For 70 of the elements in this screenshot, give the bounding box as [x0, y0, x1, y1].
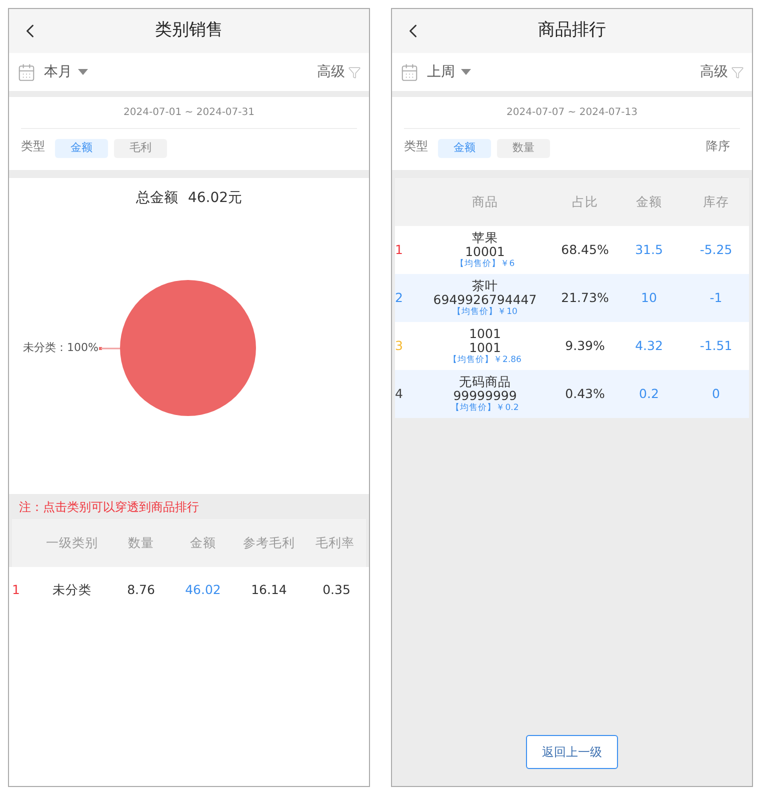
- advanced-filter-button[interactable]: 高级: [700, 62, 744, 82]
- caret-icon: [461, 69, 471, 75]
- rank-number: 4: [395, 384, 404, 403]
- table-cell[interactable]: 未分类: [34, 581, 110, 600]
- calendar-icon[interactable]: [17, 62, 36, 82]
- filter-icon: [731, 66, 744, 78]
- average-price: 【均售价】￥2.86: [448, 354, 522, 366]
- date-range: 2024-07-01 ~ 2024-07-31: [21, 97, 357, 129]
- column-header: 一级类别: [45, 534, 99, 552]
- table-cell-text: 4.32: [634, 336, 664, 355]
- table-cell-text: 16.14: [250, 581, 288, 600]
- type-chip[interactable]: 毛利: [114, 139, 167, 158]
- table-cell-text: 0: [711, 384, 721, 403]
- product-name: 苹果: [472, 230, 498, 244]
- type-chip[interactable]: 数量: [497, 139, 550, 158]
- column-header: 金额: [189, 534, 217, 552]
- page-title: 类别销售: [155, 19, 223, 42]
- table-cell-text: -1.51: [698, 336, 734, 355]
- table-cell-text: 8.76: [126, 581, 156, 600]
- table-cell-text: -5.25: [698, 240, 734, 259]
- pie-slice[interactable]: [120, 280, 256, 416]
- product-name: 1001: [469, 326, 501, 340]
- table-cell-text: 31.5: [634, 240, 664, 259]
- type-label: 类型: [404, 138, 428, 155]
- table-cell-text: 0.43%: [564, 384, 606, 403]
- rank-number: 3: [395, 336, 404, 355]
- caret-icon: [78, 69, 88, 75]
- type-chip[interactable]: 金额: [55, 139, 108, 158]
- table-cell-text: -1: [708, 288, 724, 307]
- period-dropdown[interactable]: 上周: [427, 62, 471, 82]
- rank-number: 1: [395, 240, 404, 259]
- column-header: 金额: [635, 192, 663, 211]
- table-cell-text: 0.35: [322, 581, 352, 600]
- rank-number: 1: [11, 581, 21, 600]
- total-label: 总金额: [136, 189, 178, 208]
- column-header: 商品: [471, 192, 499, 211]
- calendar-icon[interactable]: [400, 62, 419, 82]
- product-code: 99999999: [453, 388, 517, 402]
- column-header: 毛利率: [314, 534, 356, 552]
- page-title: 商品排行: [538, 19, 606, 42]
- column-header: 参考毛利: [242, 534, 296, 552]
- type-label: 类型: [21, 138, 45, 155]
- note-bar: 注：点击类别可以穿透到商品排行: [9, 494, 369, 519]
- product-code: 6949926794447: [433, 292, 537, 306]
- period-dropdown[interactable]: 本月: [44, 62, 88, 82]
- product-name: 茶叶: [472, 278, 498, 292]
- date-range: 2024-07-07 ~ 2024-07-13: [404, 97, 740, 129]
- table-cell-text: 68.45%: [560, 240, 610, 259]
- product-code: 1001: [469, 340, 501, 354]
- product-name: 无码商品: [459, 374, 511, 388]
- advanced-filter-button[interactable]: 高级: [317, 62, 361, 82]
- average-price: 【均售价】￥6: [455, 258, 515, 270]
- table-cell-text: 10: [640, 288, 658, 307]
- slice-label: 未分类：100%: [23, 340, 98, 356]
- average-price: 【均售价】￥0.2: [451, 402, 519, 414]
- column-header: 占比: [571, 192, 599, 211]
- total-value: 46.02元: [188, 189, 242, 208]
- back-button[interactable]: 返回上一级: [526, 735, 618, 769]
- product-code: 10001: [465, 244, 505, 258]
- type-chip[interactable]: 金额: [438, 139, 491, 158]
- filter-icon: [348, 66, 361, 78]
- sort-order-button[interactable]: 降序: [706, 137, 730, 155]
- table-cell-text: 0.2: [638, 384, 660, 403]
- rank-number: 2: [395, 288, 404, 307]
- table-cell-text: 46.02: [184, 581, 222, 600]
- column-header: 数量: [127, 534, 155, 552]
- table-cell-text: 9.39%: [564, 336, 606, 355]
- table-cell-text: 21.73%: [560, 288, 610, 307]
- column-header: 库存: [702, 192, 730, 211]
- average-price: 【均售价】￥10: [452, 306, 518, 318]
